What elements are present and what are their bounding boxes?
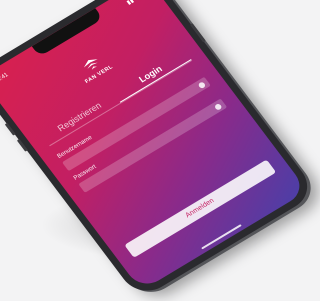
username-hint[interactable] [199,70,203,75]
app-screen: 9:41 ▮▮ ◔ ▭ FAN VERL Registrieren Login … [0,0,308,291]
status-time: 9:41 [0,72,10,84]
login-button[interactable]: Anmelden [124,159,277,258]
lock-icon [213,102,223,111]
app-logo: FAN VERL [62,44,127,93]
user-icon [197,80,206,89]
password-hint[interactable] [215,91,219,96]
phone-mockup: 9:41 ▮▮ ◔ ▭ FAN VERL Registrieren Login … [0,0,318,300]
status-icons: ▮▮ ◔ ▭ [125,0,146,6]
